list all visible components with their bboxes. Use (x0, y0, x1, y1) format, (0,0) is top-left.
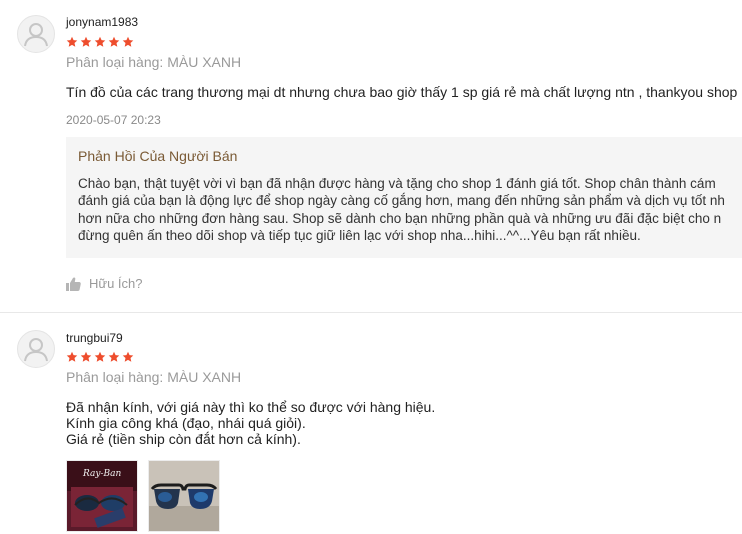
star-icon (80, 36, 92, 47)
review-content: Tín đồ của các trang thương mại dt nhưng… (66, 84, 737, 100)
rating-stars (66, 36, 134, 48)
review-content: Đã nhận kính, với giá này thì ko thể so … (66, 399, 435, 447)
seller-reply-title: Phản Hồi Của Người Bán (78, 148, 238, 164)
review-item: trungbui79 Phân loại hàng: MÀU XANH Đã n… (0, 313, 742, 534)
review-content-line: Giá rẻ (tiền ship còn đắt hơn cả kính). (66, 431, 301, 447)
review-content-line: Kính gia công khá (đạo, nhái quá giỏi). (66, 415, 306, 431)
rating-stars (66, 351, 134, 363)
star-icon (80, 351, 92, 362)
review-image-thumbnail[interactable]: Ray-Ban (66, 460, 138, 532)
sunglasses-box-photo: Ray-Ban (67, 461, 137, 531)
review-variation: Phân loại hàng: MÀU XANH (66, 369, 242, 385)
review-username[interactable]: trungbui79 (66, 331, 123, 345)
thumbs-up-icon (66, 276, 81, 291)
review-timestamp: 2020-05-07 20:23 (66, 113, 161, 127)
user-avatar-icon[interactable] (17, 15, 55, 53)
star-icon (66, 351, 78, 362)
sunglasses-photo (149, 461, 219, 531)
seller-reply-text: Chào bạn, thật tuyệt vời vì bạn đã nhận … (78, 175, 725, 244)
review-item: jonynam1983 Phân loại hàng: MÀU XANH Tín… (0, 0, 742, 312)
user-avatar-icon[interactable] (17, 330, 55, 368)
seller-reply-line: hơn nữa cho những đơn hàng sau. Shop sẽ … (78, 210, 722, 226)
star-icon (108, 351, 120, 362)
star-icon (122, 351, 134, 362)
star-icon (94, 36, 106, 47)
helpful-button[interactable]: Hữu Ích? (66, 276, 143, 291)
review-variation: Phân loại hàng: MÀU XANH (66, 54, 242, 70)
helpful-label: Hữu Ích? (89, 276, 143, 291)
review-username[interactable]: jonynam1983 (66, 15, 138, 29)
star-icon (66, 36, 78, 47)
brand-text: Ray-Ban (82, 469, 121, 479)
seller-reply-line: đừng quên ấn theo dõi shop và tiếp tục g… (78, 227, 641, 243)
seller-reply-line: Chào bạn, thật tuyệt vời vì bạn đã nhận … (78, 176, 716, 191)
review-content-line: Đã nhận kính, với giá này thì ko thể so … (66, 399, 436, 415)
star-icon (94, 351, 106, 362)
seller-reply-line: đánh giá của bạn là động lực để shop ngà… (78, 193, 725, 209)
star-icon (108, 36, 120, 47)
review-content-line: Tín đồ của các trang thương mại dt nhưng… (66, 84, 738, 100)
review-image-thumbnail[interactable] (148, 460, 220, 532)
seller-reply: Phản Hồi Của Người Bán Chào bạn, thật tu… (66, 137, 742, 258)
star-icon (122, 36, 134, 47)
